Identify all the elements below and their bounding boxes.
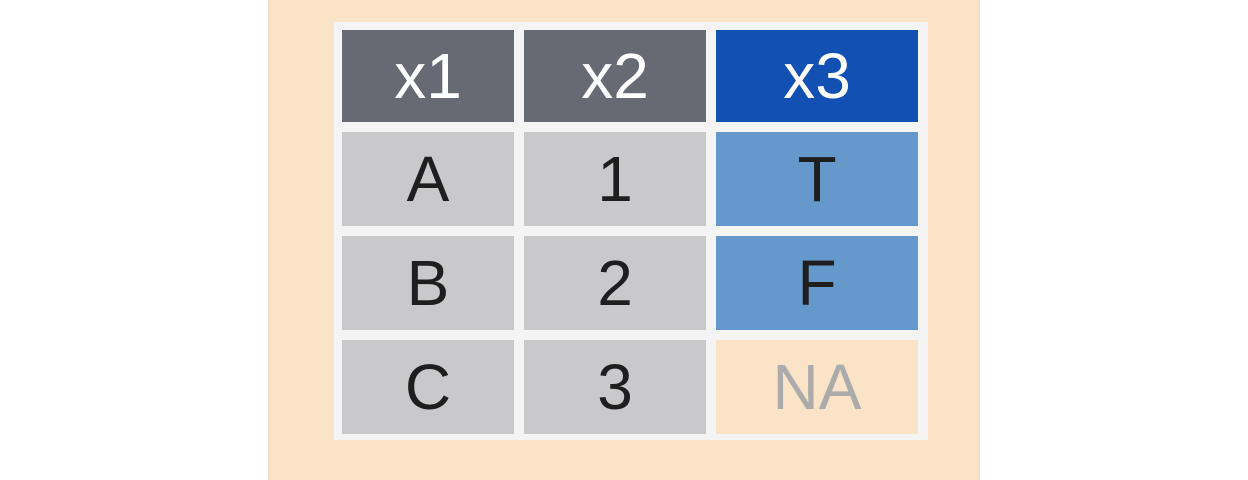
column-header-x1: x1 [342,30,514,122]
column-header-x2: x2 [524,30,706,122]
column-header-x3: x3 [716,30,918,122]
table-cell-x3-row2: F [716,236,918,330]
table-cell-x2-row1: 1 [524,132,706,226]
table-cell-x1-row3: C [342,340,514,434]
table-cell-x3-row1: T [716,132,918,226]
table-cell-x2-row2: 2 [524,236,706,330]
table-cell-x1-row1: A [342,132,514,226]
table-cell-x3-row3: NA [716,340,918,434]
data-table: x1 x2 x3 A 1 T B 2 F C 3 NA [334,22,928,440]
table-cell-x1-row2: B [342,236,514,330]
table-cell-x2-row3: 3 [524,340,706,434]
